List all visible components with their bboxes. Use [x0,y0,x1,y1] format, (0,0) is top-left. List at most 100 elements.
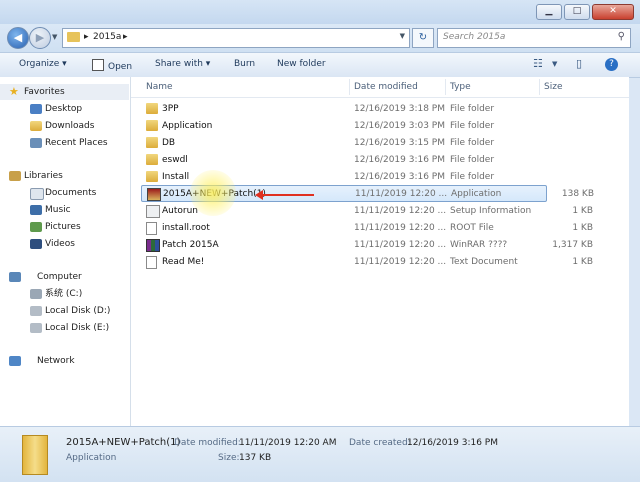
recent-pages-dropdown[interactable]: ▼ [52,33,57,41]
share-with-button[interactable]: Share with ▾ [155,59,210,69]
address-bar[interactable]: ▸ 2015a ▸ ▼ [62,28,410,48]
nav-network[interactable]: Network [0,353,129,369]
chevron-down-icon[interactable]: ▼ [552,60,557,68]
drive-icon [30,306,42,316]
breadcrumb-separator[interactable]: ▸ [84,32,89,42]
nav-label: Local Disk (D:) [45,306,111,316]
music-icon [30,205,42,215]
nav-drive-e[interactable]: Local Disk (E:) [0,320,129,336]
organize-button[interactable]: Organize ▾ [19,59,67,69]
nav-label: Libraries [24,171,63,181]
file-type: File folder [450,172,495,182]
folder-icon [146,120,158,131]
nav-libraries[interactable]: Libraries [0,168,129,184]
search-input[interactable]: Search 2015a ⚲ [437,28,631,48]
desktop-icon [30,104,42,114]
minimize-button[interactable]: ▁ [536,4,562,20]
list-item[interactable]: eswdl 12/16/2019 3:16 PM File folder [141,152,545,168]
nav-favorites[interactable]: ★ Favorites [0,84,129,100]
file-date: 11/11/2019 12:20 ... [354,206,447,216]
command-bar: Organize ▾ Open Share with ▾ Burn New fo… [0,52,640,78]
downloads-icon [30,121,42,131]
forward-button[interactable]: ▶ [29,27,51,49]
list-item[interactable]: Read Me! 11/11/2019 12:20 ... Text Docum… [141,254,593,270]
pictures-icon [30,222,42,232]
new-folder-button[interactable]: New folder [277,59,326,69]
nav-label: Documents [45,188,97,198]
file-list: Name Date modified Type Size 3PP 12/16/2… [131,77,629,426]
file-size: 138 KB [561,189,594,199]
open-button[interactable]: Open [92,59,132,72]
file-size: 1,317 KB [552,240,593,250]
close-button[interactable]: ✕ [592,4,634,20]
list-item[interactable]: 3PP 12/16/2019 3:18 PM File folder [141,101,545,117]
open-label: Open [108,62,133,72]
winrar-icon [146,239,160,252]
open-icon [92,59,104,71]
libraries-icon [9,171,21,181]
column-name[interactable]: Name [146,82,173,92]
recent-places-icon [30,138,42,148]
nav-desktop[interactable]: Desktop [0,101,129,117]
nav-computer[interactable]: Computer [0,269,129,285]
file-type: File folder [450,155,495,165]
breadcrumb-2015a[interactable]: 2015a [93,32,121,42]
nav-downloads[interactable]: Downloads [0,118,129,134]
list-item[interactable]: Application 12/16/2019 3:03 PM File fold… [141,118,545,134]
nav-label: Computer [37,272,82,282]
file-date: 12/16/2019 3:15 PM [354,138,445,148]
nav-drive-c[interactable]: 系统 (C:) [0,286,129,302]
nav-documents[interactable]: Documents [0,185,129,201]
file-date: 11/11/2019 12:20 ... [354,240,447,250]
nav-label: Local Disk (E:) [45,323,110,333]
nav-videos[interactable]: Videos [0,236,129,252]
column-date-modified[interactable]: Date modified [354,82,418,92]
list-item[interactable]: DB 12/16/2019 3:15 PM File folder [141,135,545,151]
nav-label: Recent Places [45,138,108,148]
file-name: Install [162,172,190,182]
nav-pictures[interactable]: Pictures [0,219,129,235]
file-size: 1 KB [572,206,593,216]
search-placeholder: Search 2015a [443,32,506,42]
breadcrumb-separator[interactable]: ▸ [123,32,128,42]
nav-recent-places[interactable]: Recent Places [0,135,129,151]
file-name: Patch 2015A [162,240,219,250]
nav-drive-d[interactable]: Local Disk (D:) [0,303,129,319]
refresh-button[interactable]: ↻ [412,28,434,48]
preview-pane-icon[interactable]: ▯ [576,57,582,70]
annotation-arrow [255,190,314,200]
file-date: 11/11/2019 12:20 ... [354,223,447,233]
file-date: 12/16/2019 3:03 PM [354,121,445,131]
file-date: 12/16/2019 3:16 PM [354,172,445,182]
file-date: 11/11/2019 12:20 ... [355,189,448,199]
column-type[interactable]: Type [450,82,471,92]
folder-icon [146,154,158,165]
search-icon[interactable]: ⚲ [618,31,625,42]
column-size[interactable]: Size [544,82,562,92]
maximize-button[interactable]: □ [564,4,590,20]
chevron-down-icon[interactable]: ▼ [400,32,405,40]
file-type: WinRAR ???? [450,240,508,250]
burn-button[interactable]: Burn [234,59,255,69]
file-name: Read Me! [162,257,205,267]
nav-music[interactable]: Music [0,202,129,218]
title-bar: ▁ □ ✕ [0,0,640,24]
nav-label: Downloads [45,121,95,131]
list-item[interactable]: Patch 2015A 11/11/2019 12:20 ... WinRAR … [141,237,593,253]
application-icon [22,435,48,475]
details-size-label: Size: [218,453,240,463]
nav-label: Network [37,356,75,366]
list-item[interactable]: install.root 11/11/2019 12:20 ... ROOT F… [141,220,593,236]
file-type: File folder [450,121,495,131]
back-button[interactable]: ◀ [7,27,29,49]
view-options-icon[interactable]: ☷ [533,57,543,70]
details-date-created-label: Date created: [349,438,411,448]
details-date-created: 12/16/2019 3:16 PM [407,438,498,448]
file-icon [146,222,157,235]
help-icon[interactable]: ? [605,58,618,71]
details-name: 2015A+NEW+Patch(1) [66,437,181,448]
drive-icon [30,323,42,333]
file-size: 1 KB [572,257,593,267]
file-name: 3PP [162,104,179,114]
cursor-highlight [190,170,236,216]
